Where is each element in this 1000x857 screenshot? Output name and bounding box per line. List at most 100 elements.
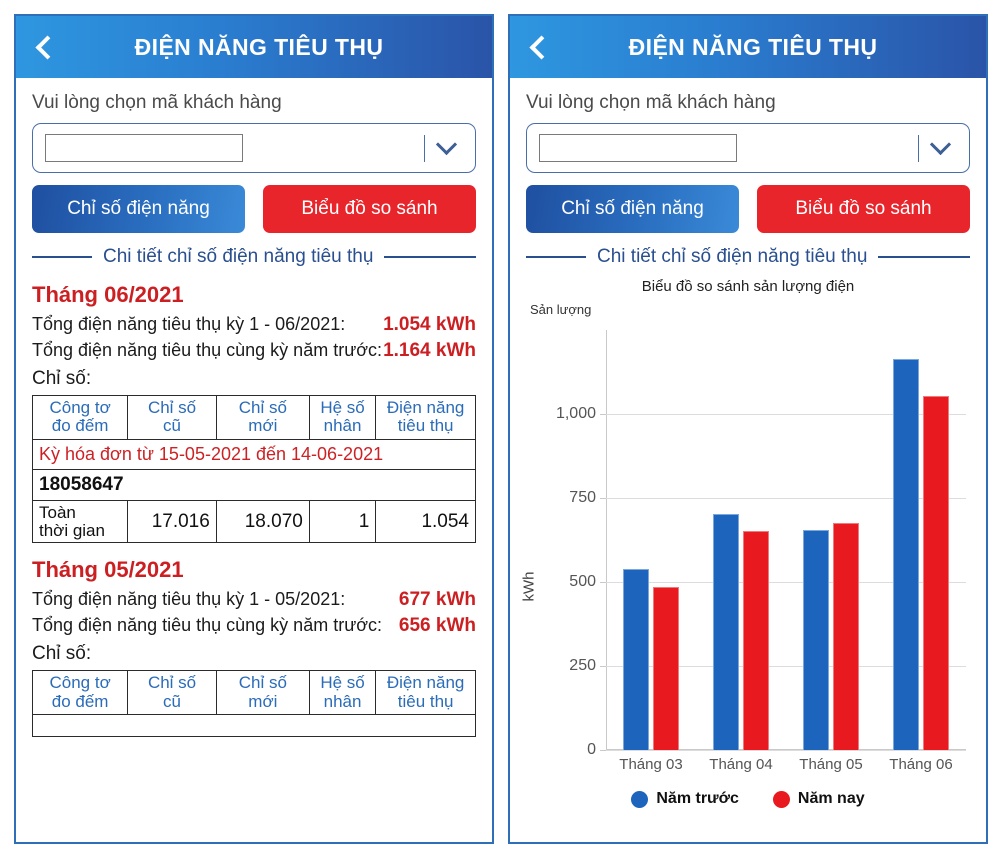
- cell-consumption: 1.054: [375, 499, 476, 544]
- chart-legend-label: Năm trước: [656, 790, 739, 807]
- meter-id-row: 18058647: [32, 468, 476, 501]
- th-meter-line1: Công tơ: [49, 673, 111, 693]
- chart-legend: Năm trước Năm nay: [526, 790, 970, 808]
- chart-title: Biểu đồ so sánh sản lượng điện: [641, 278, 855, 295]
- th-cons-line2: tiêu thụ: [397, 691, 454, 711]
- chevron-down-icon[interactable]: [929, 133, 952, 155]
- index-tab-button[interactable]: Chỉ số điện năng: [32, 185, 245, 233]
- total-consumption-value: 1.054 kWh: [383, 314, 476, 335]
- prev-year-consumption-value: 1.164 kWh: [383, 340, 476, 361]
- chart-bar[interactable]: [713, 513, 739, 750]
- page-title: ĐIỆN NĂNG TIÊU THỤ: [134, 33, 384, 60]
- divider-line-left: [526, 256, 586, 258]
- th-new-index: Chỉ số mới: [215, 395, 310, 440]
- section-divider: Chi tiết chỉ số điện năng tiêu thụ: [526, 246, 970, 268]
- total-consumption-label: Tổng điện năng tiêu thụ kỳ 1 - 06/2021:: [32, 314, 346, 334]
- app-bar-left: ĐIỆN NĂNG TIÊU THỤ: [16, 16, 492, 78]
- th-consumption: Điện năng tiêu thụ: [375, 395, 476, 440]
- th-factor-line2: nhân: [323, 416, 362, 436]
- chart-bar-group: [803, 330, 859, 750]
- chart-bar[interactable]: [923, 395, 949, 750]
- prev-year-consumption-row: Tổng điện năng tiêu thụ cùng kỳ năm trướ…: [32, 340, 476, 362]
- panel-index-view: ĐIỆN NĂNG TIÊU THỤ Vui lòng chọn mã khác…: [14, 14, 494, 844]
- month-block-06-2021: Tháng 06/2021 Tổng điện năng tiêu thụ kỳ…: [31, 282, 476, 544]
- compare-chart-button[interactable]: Biểu đồ so sánh: [263, 185, 476, 233]
- customer-code-hint: Vui lòng chọn mã khách hàng: [526, 92, 776, 113]
- chart-y-tick-label: 750: [569, 489, 596, 506]
- table-header-row: Công tơ đo đếm Chỉ số cũ Chỉ số mới Hệ s…: [31, 395, 476, 440]
- chart-bar[interactable]: [743, 530, 769, 750]
- row-label-line1: Toàn: [39, 502, 76, 522]
- th-factor-line2: nhân: [323, 691, 362, 711]
- chevron-left-icon: [528, 34, 554, 60]
- th-meter: Công tơ đo đếm: [31, 670, 129, 716]
- chart-bar[interactable]: [833, 522, 859, 750]
- chart-x-tick-labels: Tháng 03 Tháng 04 Tháng 05 Tháng 06: [606, 756, 966, 773]
- prev-year-consumption-label: Tổng điện năng tiêu thụ cùng kỳ năm trướ…: [32, 615, 383, 636]
- total-consumption-label: Tổng điện năng tiêu thụ kỳ 1 - 05/2021:: [32, 589, 346, 610]
- chart-bar[interactable]: [623, 569, 649, 750]
- index-section-label: Chỉ số:: [32, 368, 92, 389]
- chart-bar[interactable]: [893, 358, 919, 750]
- th-meter: Công tơ đo đếm: [31, 395, 129, 440]
- th-cons-line2: tiêu thụ: [397, 416, 454, 436]
- th-factor: Hệ số nhân: [308, 395, 377, 440]
- chart-legend-item[interactable]: Năm trước: [631, 790, 739, 808]
- th-consumption: Điện năng tiêu thụ: [375, 670, 476, 716]
- back-button[interactable]: [16, 16, 72, 78]
- index-tab-button[interactable]: Chỉ số điện năng: [526, 185, 739, 233]
- section-title: Chi tiết chỉ số điện năng tiêu thụ: [103, 246, 374, 267]
- section-divider: Chi tiết chỉ số điện năng tiêu thụ: [32, 246, 476, 268]
- customer-code-hint: Vui lòng chọn mã khách hàng: [32, 92, 282, 113]
- chart-y-tick-label: 500: [569, 573, 596, 590]
- th-old-index: Chỉ số cũ: [127, 670, 217, 716]
- th-factor-line1: Hệ số: [320, 398, 365, 417]
- th-meter-line2: đo đếm: [51, 416, 109, 436]
- meter-id-value: 18058647: [32, 468, 476, 501]
- chart-legend-label: Năm nay: [797, 790, 865, 807]
- th-meter-line2: đo đếm: [51, 691, 109, 711]
- th-new-line1: Chỉ số: [238, 673, 287, 693]
- chart-legend-marker: [631, 790, 649, 808]
- chart-bar-group: [893, 330, 949, 750]
- total-consumption-row: Tổng điện năng tiêu thụ kỳ 1 - 05/2021: …: [32, 589, 476, 611]
- month-block-05-2021: Tháng 05/2021 Tổng điện năng tiêu thụ kỳ…: [31, 557, 476, 738]
- th-new-line2: mới: [248, 691, 278, 711]
- chart-legend-item[interactable]: Năm nay: [772, 790, 865, 808]
- chevron-down-icon[interactable]: [435, 133, 458, 155]
- chart-bar-group: [713, 330, 769, 750]
- app-bar-right: ĐIỆN NĂNG TIÊU THỤ: [510, 16, 986, 78]
- prev-year-consumption-row: Tổng điện năng tiêu thụ cùng kỳ năm trướ…: [32, 615, 476, 637]
- th-old-line1: Chỉ số: [147, 673, 197, 693]
- month-title: Tháng 06/2021: [32, 282, 184, 307]
- panel-body-left: Vui lòng chọn mã khách hàng Chỉ số điện …: [16, 78, 492, 738]
- chart-bar[interactable]: [653, 587, 679, 750]
- customer-code-input[interactable]: [539, 134, 737, 162]
- index-table-05-2021: Công tơ đo đếm Chỉ số cũ Chỉ số mới Hệ s…: [31, 670, 476, 738]
- chart-x-tick-label: Tháng 05: [799, 756, 863, 773]
- compare-chart-button[interactable]: Biểu đồ so sánh: [757, 185, 970, 233]
- back-button[interactable]: [510, 16, 566, 78]
- th-meter-line1: Công tơ: [49, 398, 111, 417]
- chart-y-tick-label: 0: [587, 741, 596, 758]
- chart-bar-groups: [606, 330, 966, 750]
- chart-y-axis-caption: Sản lượng: [530, 302, 592, 317]
- chart-legend-marker: [772, 790, 790, 808]
- chart-gridline: [606, 750, 966, 751]
- prev-year-consumption-value: 656 kWh: [398, 615, 476, 637]
- action-button-row: Chỉ số điện năng Biểu đồ so sánh: [526, 185, 970, 233]
- customer-code-select[interactable]: [526, 123, 970, 173]
- customer-code-input[interactable]: [45, 134, 243, 162]
- th-cons-line1: Điện năng: [386, 673, 465, 693]
- chart-bar[interactable]: [803, 529, 829, 750]
- chart-x-tick-label: Tháng 03: [619, 756, 683, 773]
- total-consumption-row: Tổng điện năng tiêu thụ kỳ 1 - 06/2021: …: [32, 314, 476, 336]
- divider-line-right: [384, 256, 476, 258]
- chart-plot-area: 0 250 500 750 1,000: [556, 330, 966, 758]
- table-row: Toàn thời gian 17.016 18.070 1 1.054: [31, 499, 476, 544]
- month-title: Tháng 05/2021: [32, 557, 184, 583]
- th-cons-line1: Điện năng: [386, 398, 465, 417]
- customer-code-select[interactable]: [32, 123, 476, 173]
- chart-y-tick-label: 1,000: [555, 405, 596, 422]
- th-old-index: Chỉ số cũ: [127, 395, 217, 440]
